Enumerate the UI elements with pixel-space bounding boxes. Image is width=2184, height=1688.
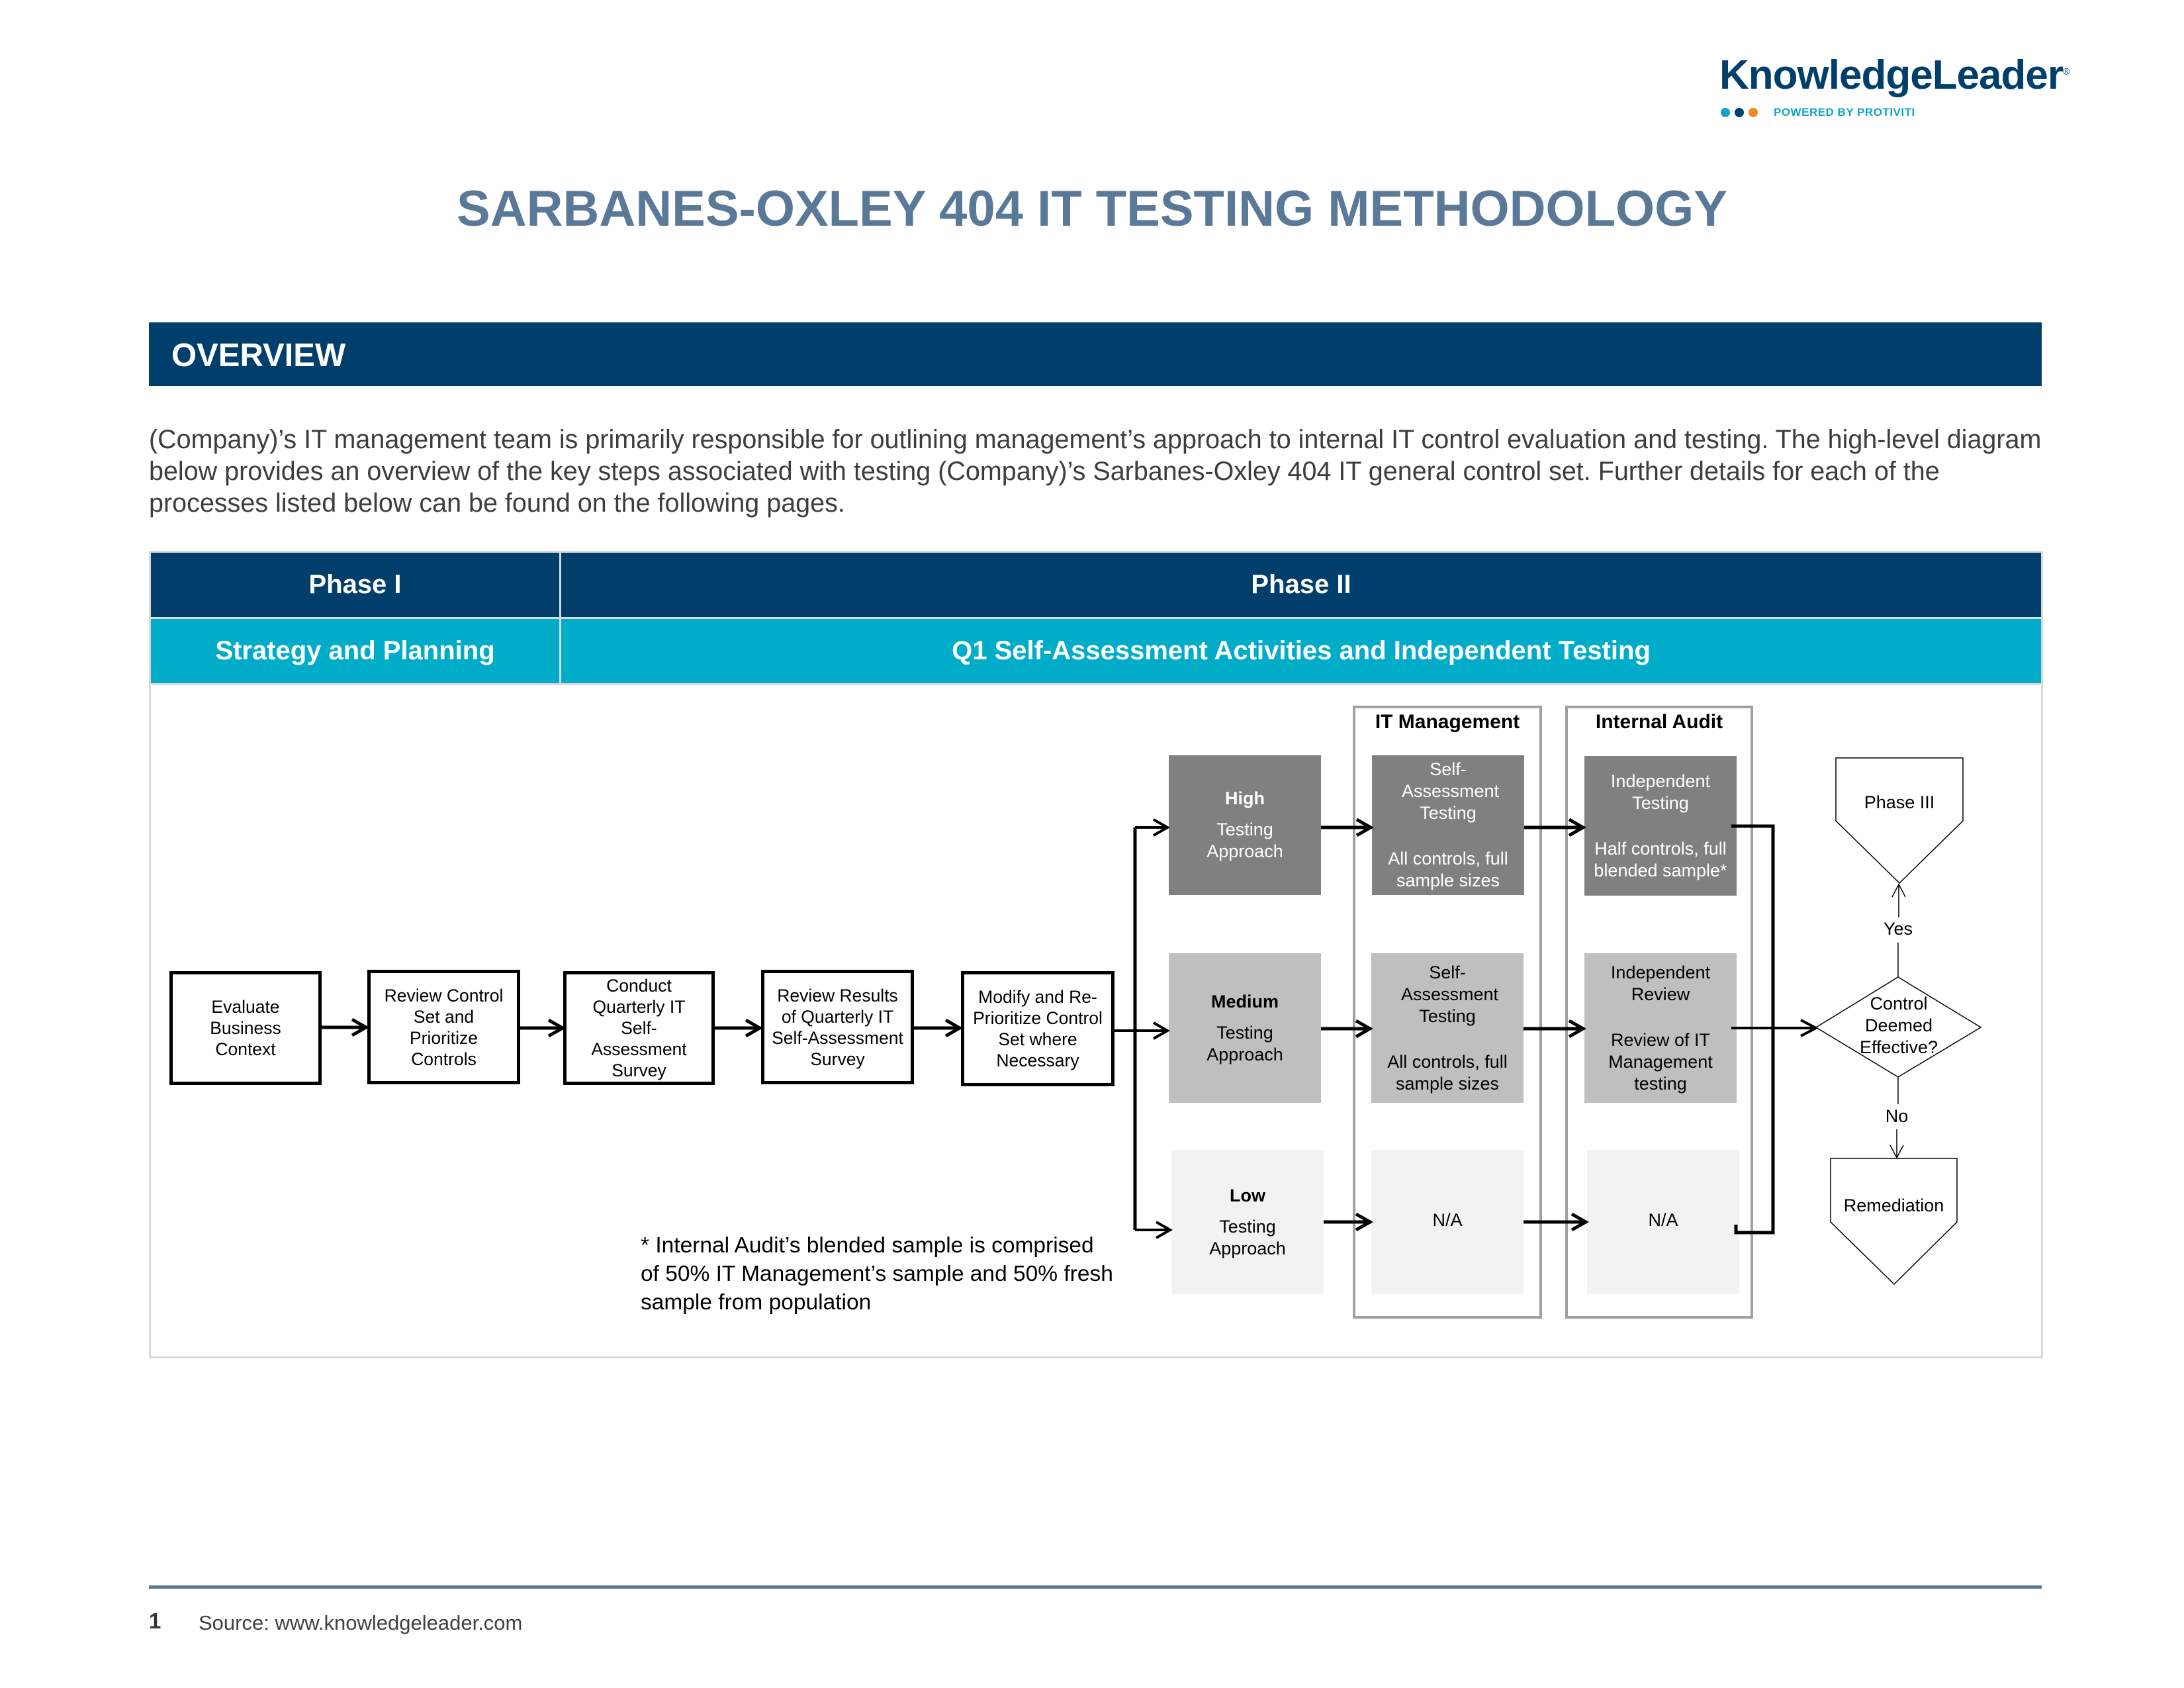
yes-label: Yes xyxy=(1883,919,1913,939)
internal-audit-label: Internal Audit xyxy=(1595,711,1723,733)
tier-low-approach: Low Testing Approach xyxy=(1171,1150,1324,1294)
overview-paragraph: (Company)’s IT management team is primar… xyxy=(149,425,2042,518)
box-title: Self-Assessment Testing xyxy=(1401,962,1499,1026)
box-detail: Review of IT Management testing xyxy=(1608,1029,1713,1094)
overview-section-header: OVERVIEW xyxy=(149,322,2042,386)
phase-2-subtitle: Q1 Self-Assessment Activities and Indepe… xyxy=(952,636,1651,665)
process-step-label: Review Results of Quarterly IT Self-Asse… xyxy=(772,985,903,1069)
logo-name: KnowledgeLeader xyxy=(1719,52,2064,98)
registered-mark: ® xyxy=(2063,66,2070,77)
phase-header-row: Phase I Phase II xyxy=(151,553,2041,617)
process-step-evaluate-business-context: Evaluate Business Context xyxy=(169,971,322,1085)
process-step-modify-control-set: Modify and Re-Prioritize Control Set whe… xyxy=(961,971,1115,1086)
knowledgeleader-logo: KnowledgeLeader® xyxy=(1719,52,2070,99)
phase-1-subtitle: Strategy and Planning xyxy=(215,636,495,665)
process-step-label: Conduct Quarterly IT Self-Assessment Sur… xyxy=(591,976,687,1080)
page-number: 1 xyxy=(149,1609,161,1633)
logo-tagline: POWERED BY PROTIVITI xyxy=(1774,106,1915,118)
box-title: Independent Review xyxy=(1610,962,1711,1004)
process-step-label: Modify and Re-Prioritize Control Set whe… xyxy=(973,987,1103,1070)
box-title: Independent Testing xyxy=(1610,771,1711,813)
phase-3-label: Phase III xyxy=(1864,792,1935,812)
blended-sample-footnote: * Internal Audit’s blended sample is com… xyxy=(641,1233,1113,1315)
phase-1-header: Phase I xyxy=(308,570,402,599)
process-step-label: Evaluate Business Context xyxy=(210,997,281,1059)
tier-level: Low xyxy=(1230,1185,1265,1205)
header-divider xyxy=(151,683,2041,685)
it-mgmt-medium-box: Self-Assessment Testing All controls, fu… xyxy=(1371,953,1524,1103)
box-detail: All controls, full sample sizes xyxy=(1388,849,1508,890)
tier-approach: Testing Approach xyxy=(1206,1022,1283,1064)
tier-approach: Testing Approach xyxy=(1209,1216,1286,1258)
tier-medium-approach: Medium Testing Approach xyxy=(1169,953,1321,1103)
logo-dot-navy xyxy=(1735,108,1744,117)
tier-level: Medium xyxy=(1210,991,1279,1011)
internal-audit-medium-box: Independent Review Review of IT Manageme… xyxy=(1584,953,1737,1103)
process-step-review-results: Review Results of Quarterly IT Self-Asse… xyxy=(761,970,914,1084)
process-step-conduct-survey: Conduct Quarterly IT Self-Assessment Sur… xyxy=(563,971,715,1085)
tier-high-approach: High Testing Approach xyxy=(1169,755,1321,895)
logo-dot-teal xyxy=(1721,108,1730,117)
logo-dot-orange xyxy=(1749,108,1758,117)
box-title: N/A xyxy=(1648,1210,1678,1230)
logo-dots-icon xyxy=(1721,108,1758,117)
it-mgmt-high-box: Self-Assessment Testing All controls, fu… xyxy=(1372,755,1524,895)
internal-audit-low-box: N/A xyxy=(1587,1150,1739,1294)
page-title: SARBANES-OXLEY 404 IT TESTING METHODOLOG… xyxy=(457,181,1727,237)
decision-label: Control Deemed Effective? xyxy=(1859,994,1938,1057)
no-label: No xyxy=(1885,1106,1909,1126)
it-mgmt-low-box: N/A xyxy=(1371,1150,1524,1294)
box-title: N/A xyxy=(1432,1210,1463,1230)
it-management-label: IT Management xyxy=(1375,711,1520,733)
process-step-review-control-set: Review Control Set and Prioritize Contro… xyxy=(367,970,520,1084)
footer-divider xyxy=(149,1585,2042,1589)
tier-approach: Testing Approach xyxy=(1206,820,1283,861)
box-detail: All controls, full sample sizes xyxy=(1387,1051,1508,1094)
phase-2-header: Phase II xyxy=(1251,570,1351,599)
phase-column-divider xyxy=(559,553,561,685)
box-title: Self-Assessment Testing xyxy=(1402,759,1500,823)
source-citation: Source: www.knowledgeleader.com xyxy=(199,1611,523,1634)
overview-heading: OVERVIEW xyxy=(171,338,346,373)
box-detail: Half controls, full blended sample* xyxy=(1594,838,1727,880)
phase-subtitle-row: Strategy and Planning Q1 Self-Assessment… xyxy=(151,619,2041,683)
process-step-label: Review Control Set and Prioritize Contro… xyxy=(384,985,504,1069)
tier-level: High xyxy=(1225,788,1265,808)
remediation-label: Remediation xyxy=(1843,1196,1944,1215)
internal-audit-high-box: Independent Testing Half controls, full … xyxy=(1584,756,1737,896)
